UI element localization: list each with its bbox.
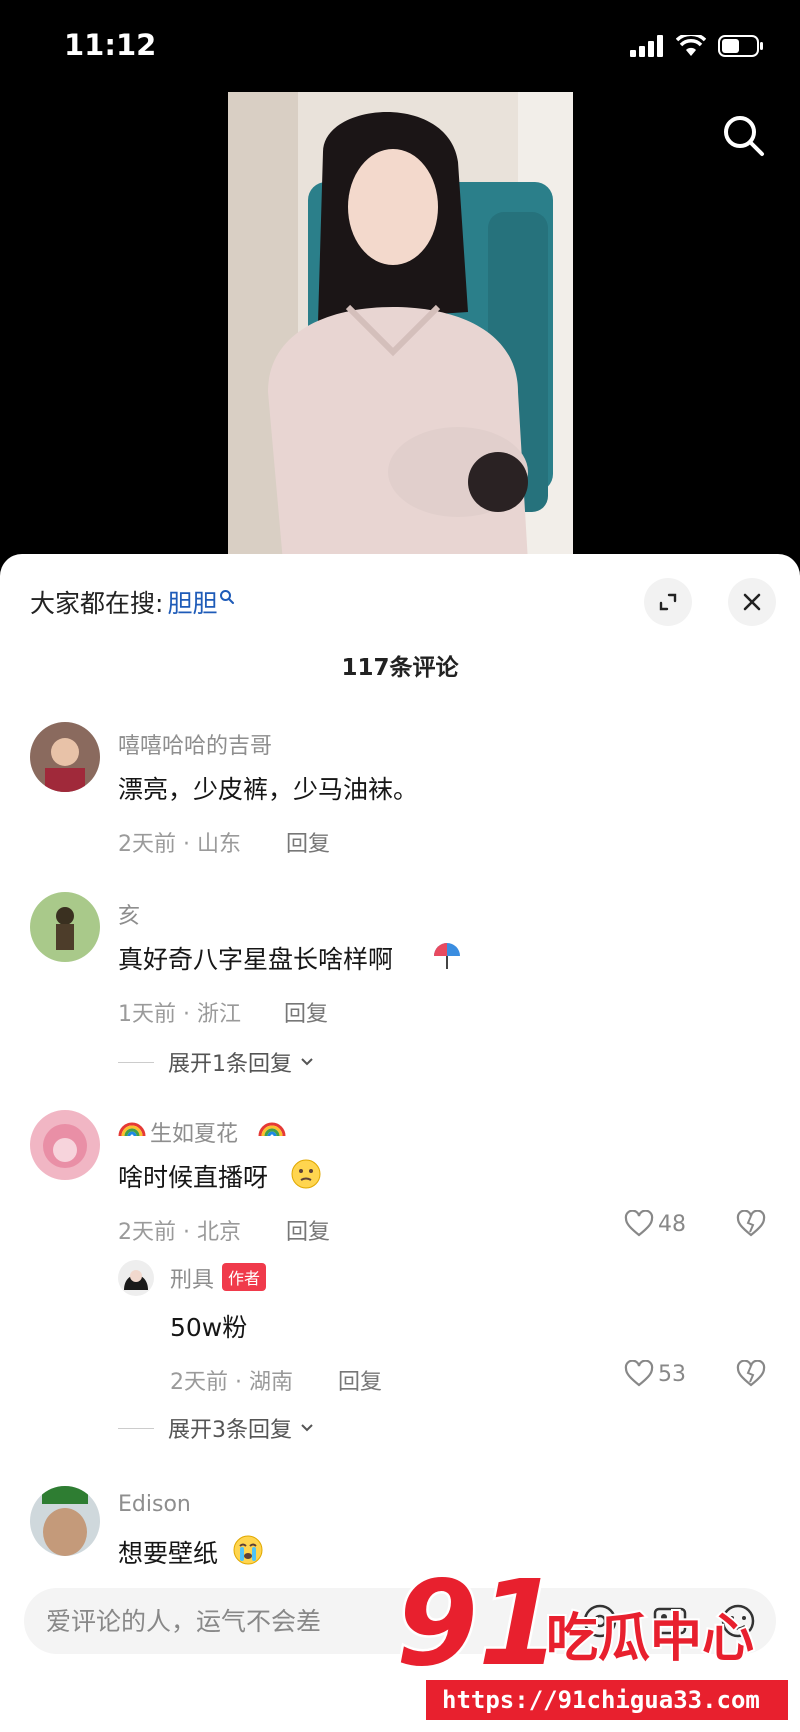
search-button[interactable]	[718, 110, 770, 162]
comment-input[interactable]	[46, 1588, 546, 1654]
small-search-icon	[220, 590, 235, 604]
comment-item: 生如夏花 啥时候直播呀 2天前 · 北京 回复 48	[0, 1110, 800, 1260]
reply-text: 50w粉	[170, 1313, 248, 1342]
video-frame-image	[228, 92, 573, 562]
comment-time-location: 1天前 · 浙江	[118, 1002, 241, 1027]
avatar[interactable]	[30, 1110, 100, 1180]
heart-icon	[624, 1360, 654, 1387]
comment-username[interactable]: 嘻嘻哈哈的吉哥	[118, 728, 272, 760]
emoji-icon[interactable]	[718, 1601, 758, 1641]
comment-text: 真好奇八字星盘长啥样啊	[118, 945, 394, 974]
dislike-button[interactable]	[736, 1359, 766, 1392]
umbrella-emoji-icon	[434, 943, 460, 969]
comment-text: 漂亮，少皮裤，少马油袜。	[118, 775, 419, 804]
close-icon	[743, 593, 761, 611]
author-reply-item: 刑具 作者 50w粉 2天前 · 湖南 回复 53 展开3条回复	[0, 1260, 800, 1450]
reply-button[interactable]: 回复	[284, 996, 328, 1028]
author-badge: 作者	[222, 1263, 267, 1291]
avatar[interactable]	[30, 722, 100, 792]
reply-button[interactable]: 回复	[338, 1364, 382, 1396]
reply-username[interactable]: 刑具 作者	[170, 1262, 267, 1294]
hot-search-keyword[interactable]: 胆胆	[167, 584, 217, 620]
chevron-down-icon	[301, 1058, 313, 1066]
status-bar: 11:12	[0, 0, 800, 96]
avatar[interactable]	[30, 892, 100, 962]
comment-text: 啥时候直播呀	[118, 1163, 269, 1192]
broken-heart-icon	[736, 1359, 766, 1387]
like-count: 48	[658, 1211, 686, 1237]
like-button[interactable]: 48	[624, 1210, 686, 1238]
close-sheet-button[interactable]	[728, 578, 776, 626]
comment-item: 嘻嘻哈哈的吉哥 漂亮，少皮裤，少马油袜。 2天前 · 山东 回复	[0, 722, 800, 872]
expand-replies[interactable]: 展开3条回复	[118, 1412, 316, 1444]
chevron-down-icon	[301, 1424, 313, 1432]
signal-icon	[630, 35, 663, 57]
broken-heart-icon	[736, 1209, 766, 1237]
avatar[interactable]	[30, 1486, 100, 1556]
thinking-emoji-icon	[291, 1159, 321, 1189]
expand-replies[interactable]: 展开1条回复	[118, 1046, 316, 1078]
hot-search-label: 大家都在搜:	[30, 589, 164, 618]
wifi-icon	[676, 35, 706, 56]
reply-time-location: 2天前 · 湖南	[170, 1370, 293, 1395]
crying-emoji-icon	[233, 1535, 263, 1565]
comment-username[interactable]: 亥	[118, 898, 140, 930]
rainbow-emoji-icon	[258, 1122, 286, 1137]
battery-icon	[718, 35, 763, 57]
search-icon	[724, 116, 764, 156]
comment-input-bar[interactable]	[24, 1588, 776, 1654]
avatar[interactable]	[118, 1260, 154, 1296]
status-icons	[630, 34, 764, 58]
reply-button[interactable]: 回复	[286, 1214, 330, 1246]
expand-replies-label: 展开1条回复	[168, 1052, 292, 1077]
reply-button[interactable]: 回复	[286, 826, 330, 858]
like-count: 53	[658, 1361, 686, 1387]
divider	[118, 1427, 154, 1429]
comment-text: 想要壁纸	[118, 1539, 219, 1568]
dislike-button[interactable]	[736, 1209, 766, 1242]
status-time: 11:12	[64, 28, 157, 62]
comment-time-location: 2天前 · 山东	[118, 832, 241, 857]
comment-username[interactable]: 生如夏花	[150, 1116, 238, 1148]
expand-icon	[659, 593, 677, 611]
comments-sheet: 大家都在搜: 胆胆 117条评论 嘻嘻哈哈的吉哥 漂亮，少皮裤，少马油袜。 2天…	[0, 554, 800, 1732]
comment-count: 117条评论	[341, 655, 459, 681]
like-button[interactable]: 53	[624, 1360, 686, 1388]
comment-time-location: 2天前 · 北京	[118, 1220, 241, 1245]
comment-username[interactable]: Edison	[118, 1492, 191, 1517]
at-mention-icon[interactable]	[580, 1601, 620, 1641]
heart-icon	[624, 1210, 654, 1237]
video-player[interactable]	[228, 92, 573, 562]
expand-sheet-button[interactable]	[644, 578, 692, 626]
hot-search-bar[interactable]: 大家都在搜: 胆胆	[30, 584, 235, 620]
divider	[118, 1061, 154, 1063]
comment-item: 亥 真好奇八字星盘长啥样啊 1天前 · 浙江 回复 展开1条回复	[0, 892, 800, 1082]
reply-username-text: 刑具	[170, 1268, 215, 1293]
expand-replies-label: 展开3条回复	[168, 1418, 292, 1443]
rainbow-emoji-icon	[118, 1122, 146, 1137]
image-icon[interactable]	[650, 1601, 690, 1641]
